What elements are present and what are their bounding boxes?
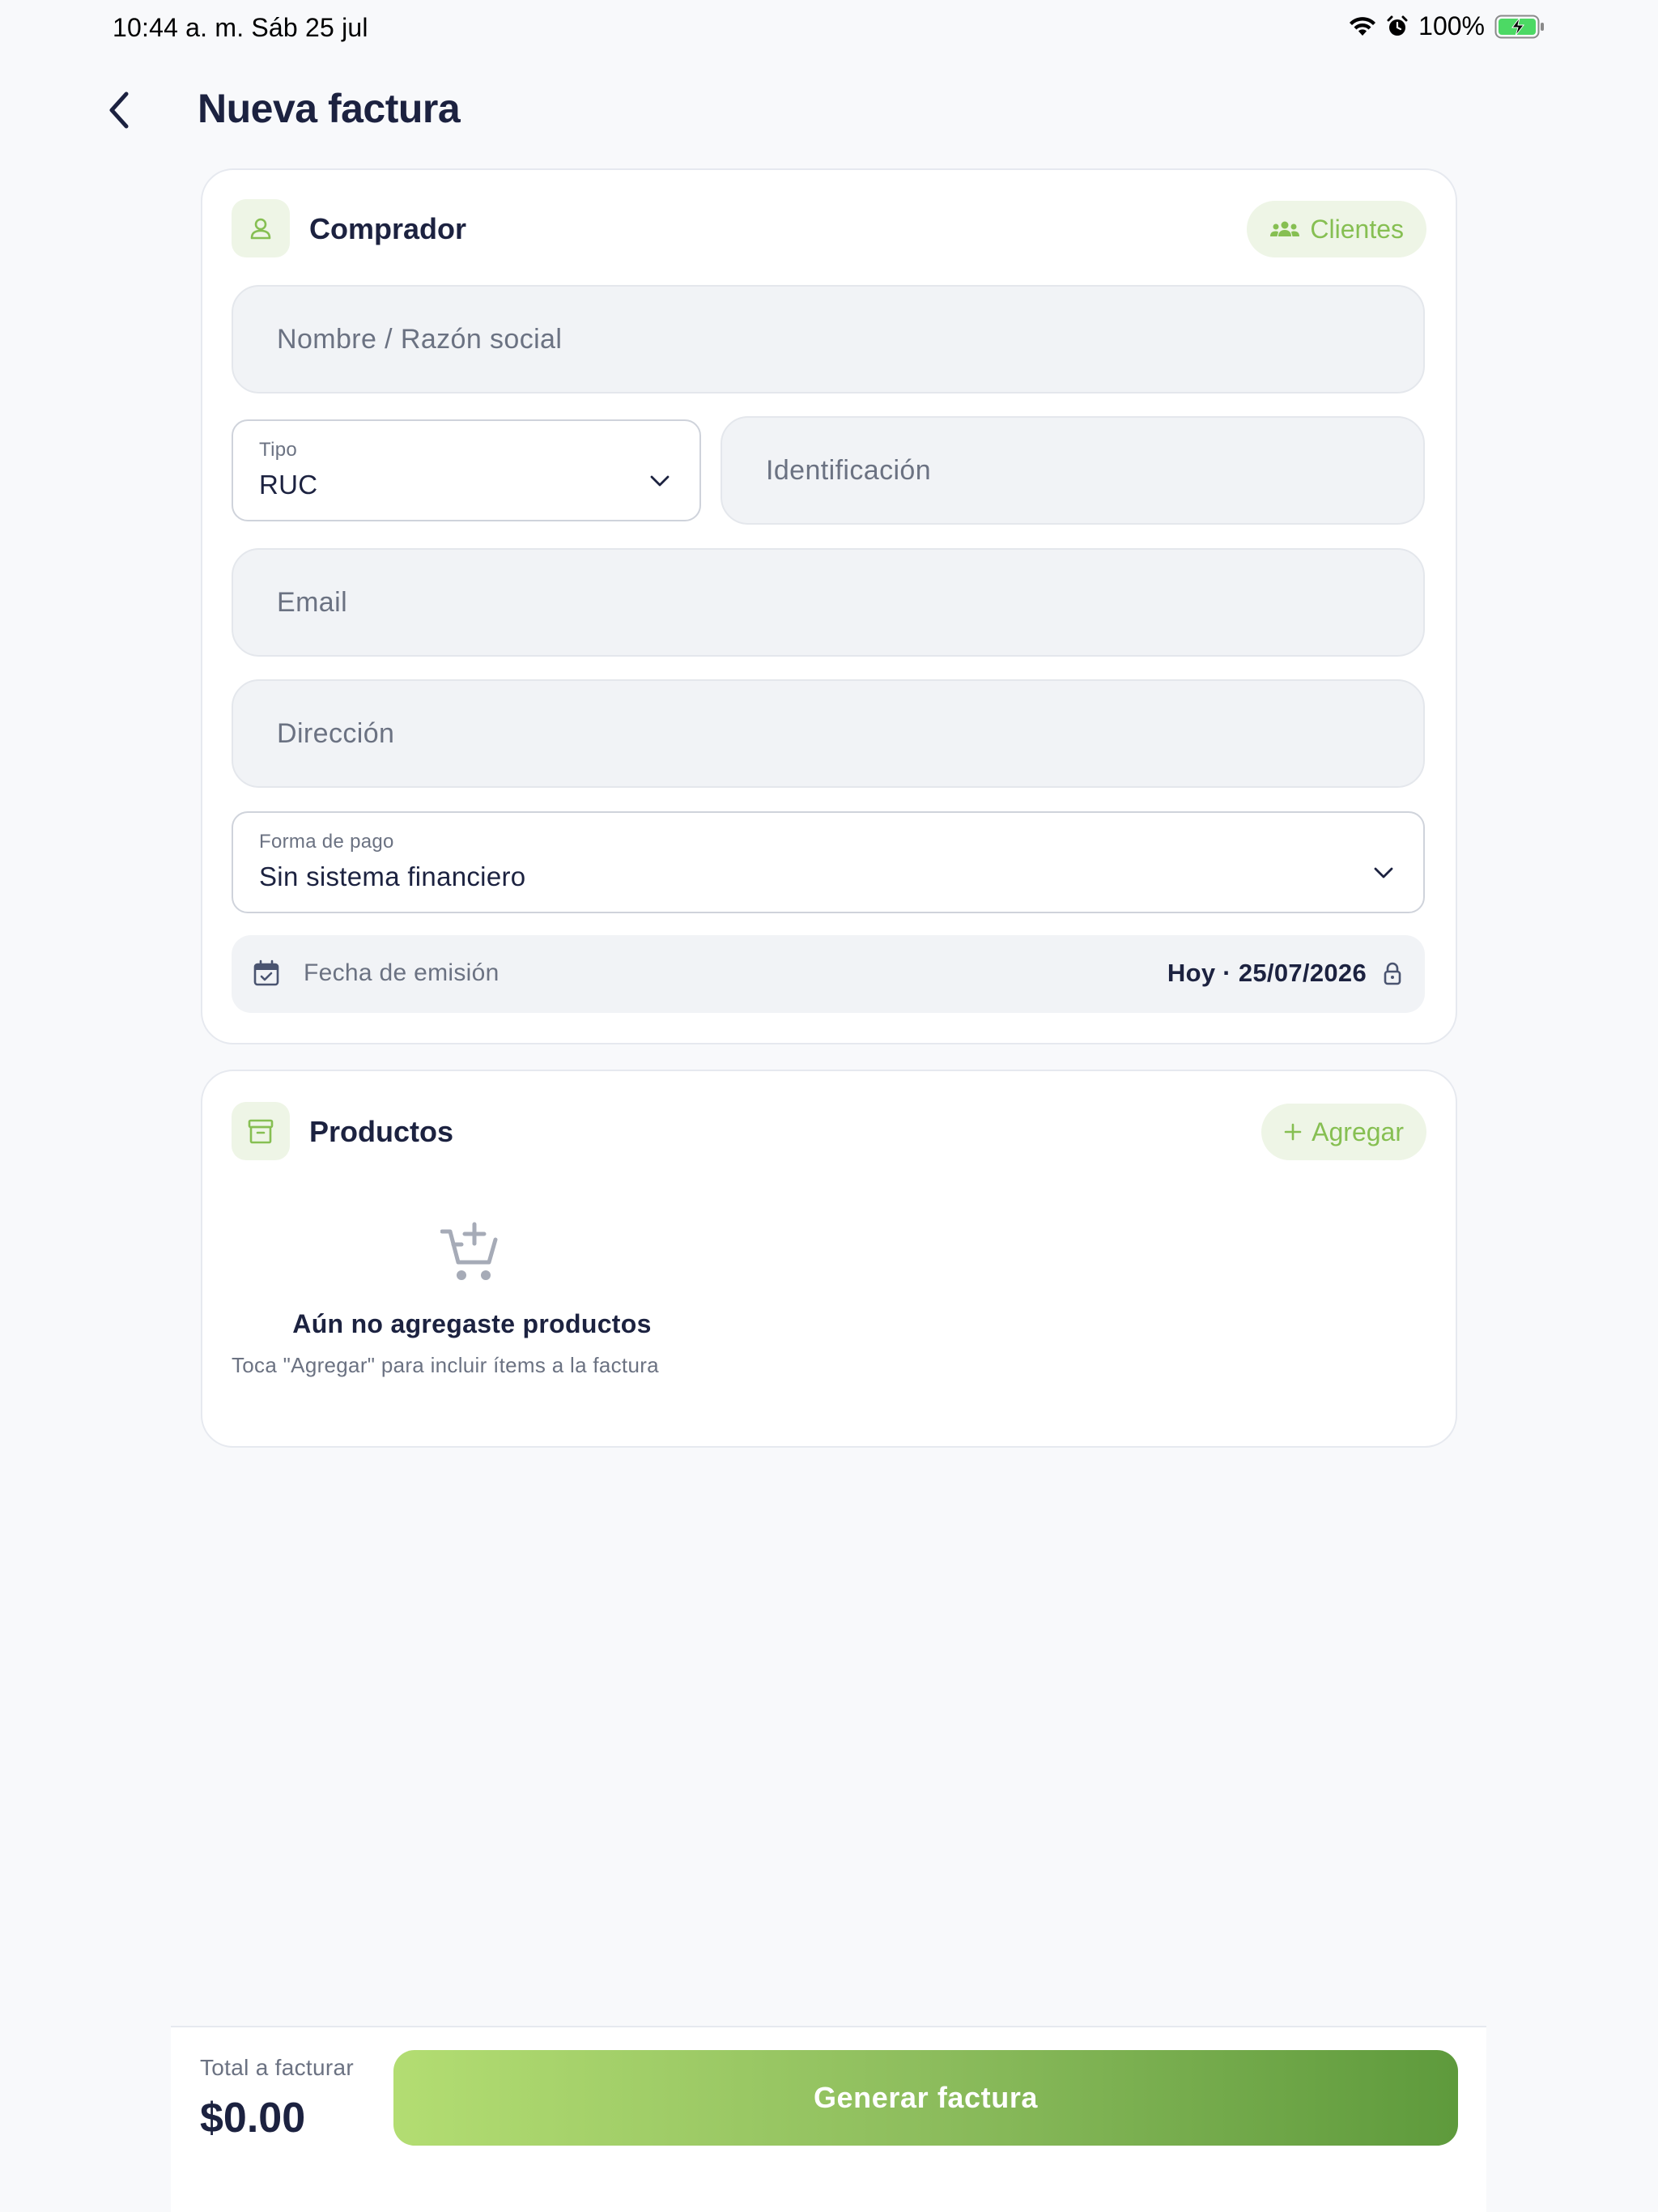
battery-charging-icon <box>1494 15 1545 39</box>
buyer-title: Comprador <box>309 212 467 245</box>
payment-method-label: Forma de pago <box>259 831 394 853</box>
add-to-cart-icon <box>440 1222 498 1280</box>
email-field[interactable] <box>232 548 1425 657</box>
total-value: $0.00 <box>200 2095 306 2142</box>
status-bar: 10:44 a. m. Sáb 25 jul 100% <box>0 0 1658 58</box>
add-product-button-label: Agregar <box>1312 1117 1404 1146</box>
issue-date-value: Hoy · 25/07/2026 <box>1167 959 1367 987</box>
identification-input[interactable] <box>766 454 1423 487</box>
products-card: Productos Agregar Aún no agregaste produ… <box>201 1070 1457 1448</box>
clients-button[interactable]: Clientes <box>1247 201 1426 257</box>
name-field[interactable] <box>232 285 1425 393</box>
empty-products-subtitle: Toca "Agregar" para incluir ítems a la f… <box>232 1353 659 1377</box>
id-type-value: RUC <box>259 470 318 500</box>
generate-invoice-button[interactable]: Generar factura <box>393 2050 1458 2146</box>
chevron-down-icon <box>1374 867 1393 878</box>
users-group-icon <box>1270 221 1300 236</box>
total-label: Total a facturar <box>200 2055 354 2080</box>
status-time: 10:44 a. m. Sáb 25 jul <box>113 13 368 42</box>
chevron-left-icon <box>109 91 129 129</box>
issue-date-label: Fecha de emisión <box>304 959 500 986</box>
clients-button-label: Clientes <box>1310 214 1404 244</box>
alarm-icon <box>1386 15 1409 38</box>
footer-bar: Total a facturar $0.00 Generar factura <box>171 2026 1486 2212</box>
identification-field[interactable] <box>721 416 1425 525</box>
wifi-icon <box>1349 16 1376 37</box>
back-button[interactable] <box>99 86 139 134</box>
lock-icon <box>1384 962 1401 985</box>
archive-icon <box>232 1102 290 1160</box>
address-field[interactable] <box>232 679 1425 788</box>
issue-date-row: Fecha de emisión Hoy · 25/07/2026 <box>232 935 1425 1013</box>
plus-icon <box>1284 1123 1302 1141</box>
id-type-label: Tipo <box>259 439 297 461</box>
email-input[interactable] <box>277 586 1423 619</box>
address-input[interactable] <box>277 717 1423 750</box>
name-input[interactable] <box>277 323 1423 355</box>
chevron-down-icon <box>650 475 670 487</box>
payment-method-value: Sin sistema financiero <box>259 861 526 891</box>
calendar-check-icon <box>253 959 279 986</box>
add-product-button[interactable]: Agregar <box>1261 1104 1426 1160</box>
buyer-card: Comprador Clientes Tipo RUC Forma de pag… <box>201 168 1457 1044</box>
id-type-select[interactable]: Tipo RUC <box>232 419 701 521</box>
page-title: Nueva factura <box>198 86 461 131</box>
empty-products-title: Aún no agregaste productos <box>292 1309 652 1338</box>
battery-percentage: 100% <box>1418 11 1485 40</box>
user-icon <box>232 199 290 257</box>
payment-method-select[interactable]: Forma de pago Sin sistema financiero <box>232 811 1425 913</box>
status-indicators: 100% <box>1349 11 1545 41</box>
products-title: Productos <box>309 1115 454 1148</box>
